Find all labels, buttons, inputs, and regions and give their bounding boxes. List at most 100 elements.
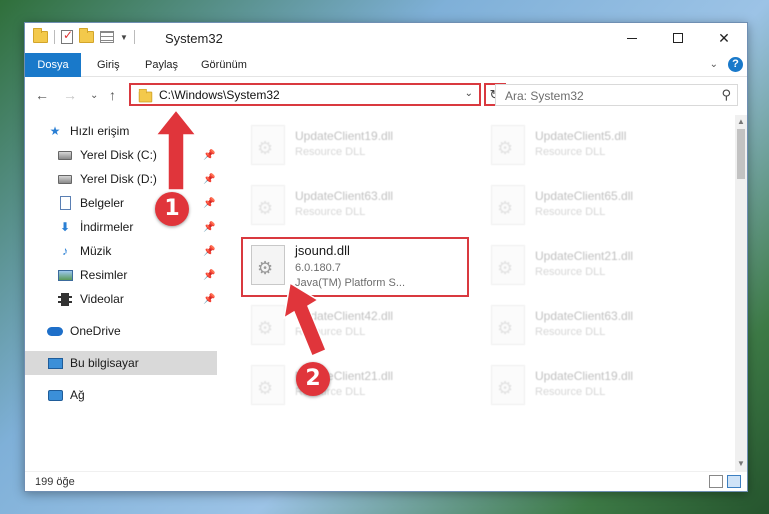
- sidebar-item-local-disk-d[interactable]: Yerel Disk (D:): [57, 167, 157, 191]
- pin-icon[interactable]: 📌: [203, 198, 215, 209]
- file-type: Resource DLL: [535, 266, 606, 278]
- sidebar-item-label: Müzik: [80, 244, 112, 258]
- dll-file-icon: [491, 125, 525, 165]
- list-item[interactable]: UpdateClient42.dll Resource DLL: [245, 299, 465, 351]
- sidebar-item-music[interactable]: ♪ Müzik: [57, 239, 111, 263]
- file-type: Resource DLL: [535, 146, 606, 158]
- large-icons-view-button[interactable]: [727, 475, 741, 488]
- list-item[interactable]: UpdateClient21.dll Resource DLL: [485, 239, 705, 291]
- forward-button[interactable]: →: [63, 87, 77, 103]
- search-placeholder: Ara: System32: [505, 89, 584, 103]
- video-icon: [58, 292, 72, 306]
- minimize-button[interactable]: [609, 23, 655, 53]
- expand-ribbon-icon[interactable]: ⌄: [710, 59, 718, 70]
- search-icon[interactable]: ⚲: [721, 87, 731, 103]
- tab-file[interactable]: Dosya: [25, 53, 81, 77]
- scroll-down-icon[interactable]: ▼: [737, 459, 745, 468]
- address-bar[interactable]: C:\Windows\System32 ⌄: [129, 83, 481, 106]
- scroll-up-icon[interactable]: ▲: [737, 117, 745, 126]
- list-item[interactable]: UpdateClient63.dll Resource DLL: [485, 299, 705, 351]
- properties-check-icon[interactable]: [61, 28, 73, 44]
- sidebar-item-label: Bu bilgisayar: [70, 356, 139, 370]
- sidebar-item-quick-access[interactable]: ★ Hızlı erişim: [47, 119, 130, 143]
- sidebar-item-pictures[interactable]: Resimler: [57, 263, 127, 287]
- navigation-bar: ← → ⌄ ↑ C:\Windows\System32 ⌄ ↻ Ara: Sys…: [25, 79, 747, 111]
- qat-dropdown-icon[interactable]: ▼: [120, 33, 128, 42]
- file-type: Resource DLL: [535, 206, 606, 218]
- file-name: UpdateClient21.dll: [535, 249, 634, 263]
- search-input[interactable]: Ara: System32 ⚲: [495, 84, 738, 106]
- pin-icon[interactable]: 📌: [203, 150, 215, 161]
- vertical-scrollbar[interactable]: ▲ ▼: [735, 115, 747, 471]
- folder-icon: [33, 28, 48, 43]
- sidebar-item-network[interactable]: Ağ: [47, 383, 85, 407]
- dll-file-icon: [491, 245, 525, 285]
- pictures-icon: [57, 269, 73, 281]
- details-view-button[interactable]: [709, 475, 723, 488]
- list-item[interactable]: UpdateClient19.dll Resource DLL: [485, 359, 705, 411]
- disk-icon: [58, 150, 72, 160]
- sidebar-item-label: Yerel Disk (C:): [80, 148, 157, 162]
- address-folder-icon: [138, 88, 153, 103]
- list-item[interactable]: UpdateClient63.dll Resource DLL: [245, 179, 465, 231]
- navigation-pane: ★ Hızlı erişim Yerel Disk (C:) 📌 Yerel D…: [25, 115, 217, 475]
- address-dropdown-icon[interactable]: ⌄: [465, 88, 473, 99]
- minimize-icon: [627, 37, 637, 39]
- tab-view[interactable]: Görünüm: [189, 53, 259, 77]
- file-name: UpdateClient19.dll: [295, 129, 394, 143]
- close-button[interactable]: ✕: [701, 23, 747, 53]
- step-2-badge: 2: [296, 362, 330, 396]
- step-1-badge: 1: [155, 192, 189, 226]
- list-item[interactable]: UpdateClient65.dll Resource DLL: [485, 179, 705, 231]
- quick-access-toolbar: ▼: [33, 28, 135, 44]
- view-toggle: [709, 475, 741, 488]
- dll-file-icon: [251, 125, 285, 165]
- onedrive-icon: [47, 326, 63, 336]
- list-item[interactable]: UpdateClient5.dll Resource DLL: [485, 119, 705, 171]
- file-type: Resource DLL: [295, 326, 366, 338]
- pin-icon[interactable]: 📌: [203, 270, 215, 281]
- sidebar-item-videos[interactable]: Videolar: [57, 287, 124, 311]
- music-icon: ♪: [62, 244, 68, 258]
- pin-icon[interactable]: 📌: [203, 174, 215, 185]
- list-item[interactable]: UpdateClient21.dll Resource DLL: [245, 359, 465, 411]
- dll-file-icon: [251, 185, 285, 225]
- scroll-thumb[interactable]: [737, 129, 745, 179]
- sidebar-item-label: İndirmeler: [80, 220, 134, 234]
- list-item[interactable]: UpdateClient19.dll Resource DLL: [245, 119, 465, 171]
- sidebar-item-downloads[interactable]: ⬇ İndirmeler: [57, 215, 133, 239]
- back-button[interactable]: ←: [35, 87, 49, 103]
- sidebar-item-local-disk-c[interactable]: Yerel Disk (C:): [57, 143, 157, 167]
- sidebar-item-onedrive[interactable]: OneDrive: [47, 319, 121, 343]
- recent-locations-button[interactable]: ⌄: [90, 90, 98, 101]
- new-folder-icon[interactable]: [79, 28, 94, 43]
- item-count: 199 öğe: [35, 476, 75, 488]
- address-path[interactable]: C:\Windows\System32: [159, 88, 280, 102]
- dll-file-icon: [251, 305, 285, 345]
- list-properties-icon[interactable]: [100, 31, 114, 43]
- document-icon: [59, 196, 71, 210]
- maximize-button[interactable]: [655, 23, 701, 53]
- close-icon: ✕: [718, 29, 730, 46]
- sidebar-item-this-pc[interactable]: Bu bilgisayar: [47, 351, 139, 375]
- up-button[interactable]: ↑: [109, 87, 116, 103]
- computer-icon: [47, 357, 63, 369]
- tab-home[interactable]: Giriş: [85, 53, 132, 77]
- toolbar-separator: [54, 30, 55, 44]
- help-icon[interactable]: ?: [728, 57, 743, 72]
- pin-icon[interactable]: 📌: [203, 294, 215, 305]
- disk-icon: [58, 174, 72, 184]
- tab-share[interactable]: Paylaş: [133, 53, 190, 77]
- pin-icon[interactable]: 📌: [203, 222, 215, 233]
- sidebar-item-label: Ağ: [70, 388, 85, 402]
- file-type: Resource DLL: [295, 146, 366, 158]
- file-name: UpdateClient63.dll: [295, 189, 394, 203]
- pin-icon[interactable]: 📌: [203, 246, 215, 257]
- title-bar: ▼ System32 ✕: [25, 23, 747, 53]
- star-icon: ★: [49, 124, 61, 138]
- file-type: Resource DLL: [295, 206, 366, 218]
- maximize-icon: [673, 33, 683, 43]
- dll-file-icon: [251, 365, 285, 405]
- sidebar-item-documents[interactable]: Belgeler: [57, 191, 124, 215]
- dll-file-icon: [491, 365, 525, 405]
